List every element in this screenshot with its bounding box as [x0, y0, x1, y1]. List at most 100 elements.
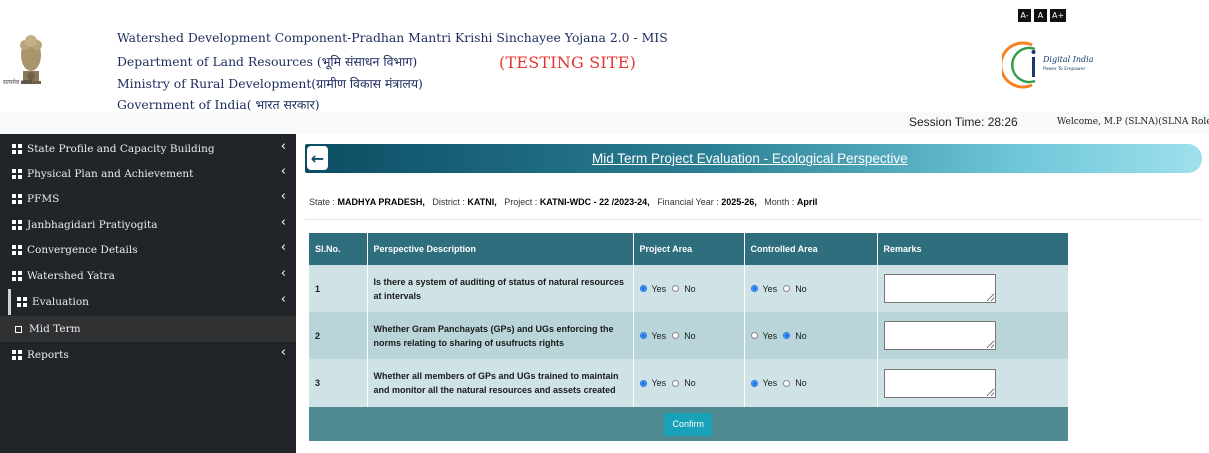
project-yes-radio[interactable] — [639, 332, 647, 339]
sidebar-item-label: Mid Term — [29, 323, 81, 335]
controlled-area-radio-group: Yes No — [744, 359, 878, 407]
sidebar-item-state-profile[interactable]: State Profile and Capacity Building ‹ — [0, 136, 296, 162]
district-value: KATNI, — [467, 197, 497, 207]
session-timer: Session Time: 28:26 — [909, 115, 1018, 129]
project-no-radio[interactable] — [672, 379, 680, 387]
font-increase-button[interactable]: A+ — [1050, 9, 1067, 22]
row-sl-no: 3 — [309, 359, 368, 407]
project-value: KATNI-WDC - 22 /2023-24, — [539, 197, 650, 207]
chevron-left-icon: ‹ — [280, 240, 286, 255]
sidebar-item-label: Convergence Details — [27, 244, 138, 256]
financial-year-label: Financial Year : — [657, 197, 719, 207]
sidebar-item-label: State Profile and Capacity Building — [27, 143, 215, 155]
table-footer-row: Confirm — [309, 407, 1069, 441]
font-decrease-button[interactable]: A- — [1018, 9, 1031, 22]
user-menu[interactable]: Welcome, M.P (SLNA)(SLNA Role) ▾ — [1057, 117, 1209, 127]
chevron-left-icon: ‹ — [280, 292, 286, 307]
project-yes-radio[interactable] — [639, 379, 647, 387]
controlled-no-radio[interactable] — [783, 379, 791, 387]
department-name: Department of Land Resources (भूमि संसाध… — [117, 54, 418, 69]
government-name: Government of India( भारत सरकार) — [117, 97, 320, 112]
header-controlled-area: Controlled Area — [744, 233, 878, 265]
row-sl-no: 1 — [309, 265, 368, 312]
sidebar-item-label: Watershed Yatra — [27, 270, 115, 282]
project-info: State : MADHYA PRADESH, District : KATNI… — [309, 197, 817, 207]
sidebar-item-label: Physical Plan and Achievement — [27, 168, 194, 180]
sidebar-item-janbhagidari[interactable]: Janbhagidari Pratiyogita ‹ — [0, 212, 296, 238]
footer-cell: Confirm — [309, 407, 1069, 441]
sidebar: State Profile and Capacity Building ‹ Ph… — [0, 134, 296, 453]
controlled-yes-radio[interactable] — [750, 379, 758, 387]
controlled-yes-radio[interactable] — [750, 285, 758, 292]
confirm-button[interactable]: Confirm — [664, 412, 712, 436]
chevron-left-icon: ‹ — [280, 189, 286, 204]
grid-icon — [12, 220, 22, 230]
remarks-textarea[interactable] — [883, 321, 996, 350]
month-value: April — [796, 197, 818, 207]
controlled-no-radio[interactable] — [783, 285, 791, 292]
font-reset-button[interactable]: A — [1034, 9, 1047, 22]
sidebar-item-pfms[interactable]: PFMS ‹ — [0, 186, 296, 212]
ministry-name: Ministry of Rural Development(ग्रामीण वि… — [117, 76, 423, 91]
table-row: 2 Whether Gram Panchayats (GPs) and UGs … — [309, 312, 1069, 359]
back-arrow-icon[interactable]: ← — [307, 146, 328, 170]
sidebar-item-label: Evaluation — [32, 296, 89, 308]
digital-india-text: Digital India — [1043, 55, 1094, 64]
sidebar-item-mid-term[interactable]: Mid Term — [0, 316, 296, 342]
project-no-radio[interactable] — [672, 332, 680, 339]
header-description: Perspective Description — [367, 233, 634, 265]
square-icon — [15, 325, 22, 333]
header-sl-no: Sl.No. — [309, 233, 368, 265]
grid-icon — [12, 245, 22, 255]
state-value: MADHYA PRADESH, — [337, 197, 425, 207]
sidebar-item-physical-plan[interactable]: Physical Plan and Achievement ‹ — [0, 161, 296, 187]
font-size-controls: A- A A+ — [1018, 9, 1067, 22]
sidebar-item-convergence[interactable]: Convergence Details ‹ — [0, 237, 296, 263]
evaluation-table: Sl.No. Perspective Description Project A… — [309, 233, 1069, 441]
row-description: Is there a system of auditing of status … — [367, 265, 634, 312]
chevron-left-icon: ‹ — [280, 164, 286, 179]
chevron-left-icon: ‹ — [280, 266, 286, 281]
chevron-left-icon: ‹ — [280, 345, 286, 360]
grid-icon — [12, 144, 22, 154]
controlled-yes-radio[interactable] — [750, 332, 758, 339]
digital-india-tagline: Power To Empower — [1043, 67, 1086, 72]
row-sl-no: 2 — [309, 312, 368, 359]
state-label: State : — [309, 197, 336, 207]
remarks-cell — [877, 265, 1069, 312]
project-yes-radio[interactable] — [639, 285, 647, 292]
remarks-textarea[interactable] — [883, 368, 996, 398]
header-remarks: Remarks — [877, 233, 1069, 265]
table-header-row: Sl.No. Perspective Description Project A… — [309, 233, 1069, 265]
table-row: 3 Whether all members of GPs and UGs tra… — [309, 359, 1069, 407]
testing-site-label: (TESTING SITE) — [499, 53, 637, 72]
project-area-radio-group: Yes No — [633, 312, 745, 359]
header-project-area: Project Area — [633, 233, 745, 265]
project-no-radio[interactable] — [672, 285, 680, 292]
project-area-radio-group: Yes No — [633, 265, 745, 312]
grid-icon — [12, 169, 22, 179]
remarks-cell — [877, 359, 1069, 407]
controlled-area-radio-group: Yes No — [744, 312, 878, 359]
chevron-left-icon: ‹ — [280, 215, 286, 230]
page-header: सत्यमेव जयते Watershed Development Compo… — [0, 0, 1209, 113]
sidebar-item-watershed-yatra[interactable]: Watershed Yatra ‹ — [0, 263, 296, 289]
divider — [305, 219, 1202, 220]
emblem-caption: सत्यमेव जयते — [3, 79, 33, 86]
remarks-textarea[interactable] — [883, 274, 996, 303]
project-label: Project : — [504, 197, 538, 207]
project-area-radio-group: Yes No — [633, 359, 745, 407]
sidebar-item-label: Janbhagidari Pratiyogita — [27, 219, 158, 231]
grid-icon — [12, 350, 22, 360]
row-description: Whether all members of GPs and UGs train… — [367, 359, 634, 407]
remarks-cell — [877, 312, 1069, 359]
app-title: Watershed Development Component-Pradhan … — [117, 30, 668, 45]
grid-icon — [12, 194, 22, 204]
grid-icon — [12, 271, 22, 281]
grid-icon — [17, 297, 27, 307]
table-row: 1 Is there a system of auditing of statu… — [309, 265, 1069, 312]
sidebar-item-reports[interactable]: Reports ‹ — [0, 342, 296, 368]
controlled-no-radio[interactable] — [783, 332, 791, 339]
national-emblem-icon — [20, 35, 42, 84]
sidebar-item-evaluation[interactable]: Evaluation ‹ — [8, 289, 296, 315]
